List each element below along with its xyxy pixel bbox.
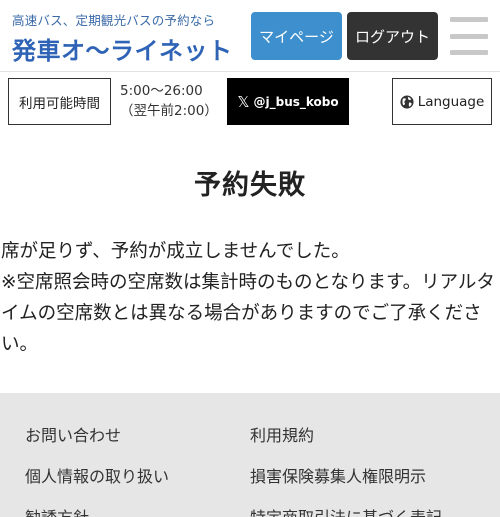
site-footer: お問い合わせ 利用規約 個人情報の取り扱い 損害保険募集人権限明示 勧誘方針 特… [0,393,500,517]
hours-line2: （翌午前2:00） [120,103,218,119]
hours-line1: 5:00〜26:00 [120,83,203,99]
logo-title: 発車オ〜ライネット [12,37,233,65]
x-account-button[interactable]: 𝕏 @j_bus_kobo [227,78,349,125]
language-label: Language [417,93,485,110]
menu-bar [450,17,488,22]
footer-link-commercial-law[interactable]: 特定商取引法に基づく表記 [250,504,442,517]
error-message: 席が足りず、予約が成立しませんでした。 ※空席照会時の空席数は集計時のものとなり… [0,236,500,360]
error-message-note: ※空席照会時の空席数は集計時のものとなります。リアルタイムの空席数とは異なる場合… [1,272,495,355]
info-bar: 利用可能時間 5:00〜26:00 （翌午前2:00） 𝕏 @j_bus_kob… [0,73,500,129]
site-header: 高速バス、定期観光バスの予約なら 発車オ〜ライネット マイページ ログアウト [0,0,500,72]
globe-icon [400,94,414,109]
site-logo[interactable]: 高速バス、定期観光バスの予約なら 発車オ〜ライネット [12,10,244,66]
hamburger-menu-icon[interactable] [450,16,488,56]
footer-link-terms[interactable]: 利用規約 [250,422,314,446]
footer-link-insurance-agent[interactable]: 損害保険募集人権限明示 [250,463,426,487]
error-message-line: 席が足りず、予約が成立しませんでした。 [1,241,350,262]
mypage-button[interactable]: マイページ [251,12,342,60]
page-title: 予約失敗 [194,170,306,201]
logout-button[interactable]: ログアウト [347,12,438,60]
footer-link-privacy[interactable]: 個人情報の取り扱い [25,463,169,487]
language-button[interactable]: Language [392,78,492,125]
menu-bar [450,50,488,55]
x-logo-icon: 𝕏 [237,92,250,111]
logo-tagline: 高速バス、定期観光バスの予約なら [12,13,216,28]
footer-link-contact[interactable]: お問い合わせ [25,422,121,446]
x-account-label: @j_bus_kobo [253,94,339,109]
footer-link-solicitation-policy[interactable]: 勧誘方針 [25,504,89,517]
menu-bar [450,33,488,39]
hours-label: 利用可能時間 [8,78,111,125]
hours-value: 5:00〜26:00 （翌午前2:00） [120,81,218,121]
